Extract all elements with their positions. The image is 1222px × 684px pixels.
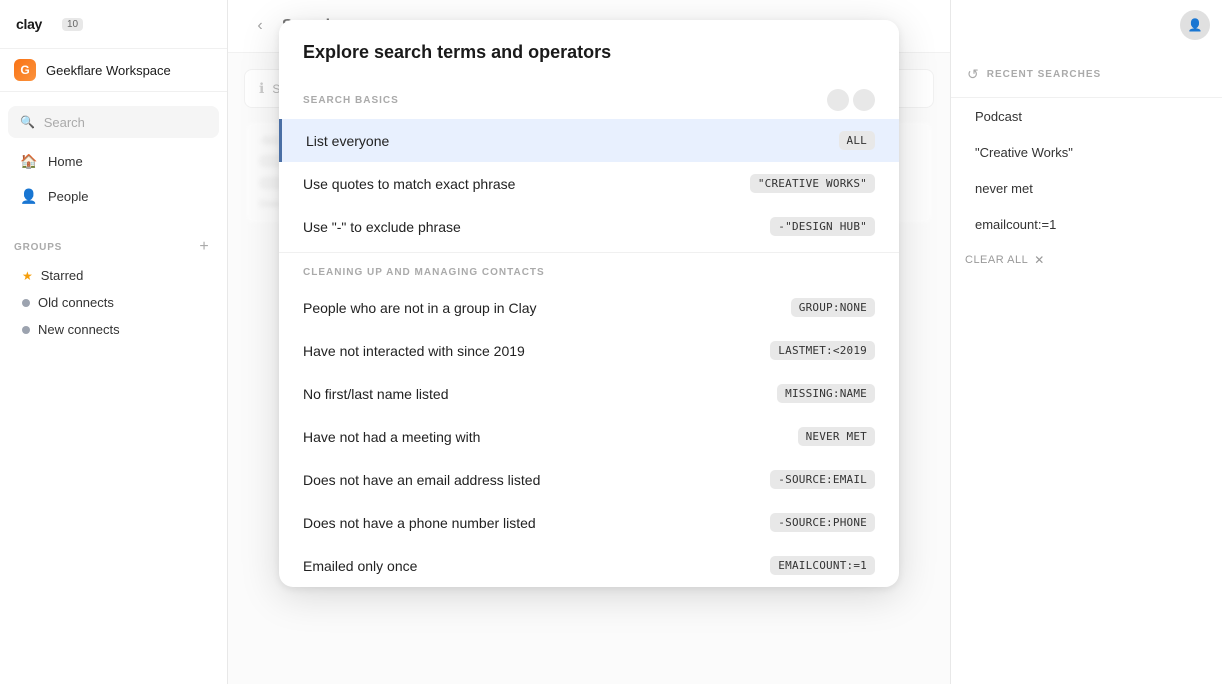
section-header-cleaning: CLEANING UP AND MANAGING CONTACTS [279,257,899,286]
group-item-old-connects[interactable]: Old connects [14,289,213,316]
row-text-exclude: Use "-" to exclude phrase [303,219,461,235]
group-dot-old [22,299,30,307]
sidebar: clay 10 G Geekflare Workspace 🔍 🏠 Home 👤… [0,0,228,684]
workspace-icon: G [14,59,36,81]
sidebar-badge: 10 [62,18,83,31]
row-badge-lastmet: LASTMET:<2019 [770,341,875,360]
recent-searches-title-group: ↺ RECENT SEARCHES [967,66,1101,83]
people-icon: 👤 [20,187,38,205]
search-input-container[interactable]: 🔍 [8,106,219,138]
row-badge-email-once: EMAILCOUNT:=1 [770,556,875,575]
modal-row-email-once[interactable]: Emailed only once EMAILCOUNT:=1 [279,544,899,587]
section-header-basics: SEARCH BASICS [279,79,899,119]
groups-section: GROUPS + ★ Starred Old connects New conn… [0,222,227,351]
group-item-new-connects[interactable]: New connects [14,316,213,343]
clear-icon: ✕ [1034,253,1044,267]
sidebar-item-home-label: Home [48,154,83,169]
add-group-button[interactable]: + [195,238,213,256]
row-text-missing-name: No first/last name listed [303,386,449,402]
recent-item-emailcount[interactable]: emailcount:=1 [959,207,1214,242]
sidebar-item-home[interactable]: 🏠 Home [6,144,221,178]
group-dot-new [22,326,30,334]
section-divider [279,252,899,253]
group-starred-label: Starred [41,268,84,283]
avatar: 👤 [1180,10,1210,40]
search-icon: 🔍 [20,113,36,131]
clear-all-button[interactable]: CLEAR ALL [965,254,1028,266]
row-text-no-email: Does not have an email address listed [303,472,540,488]
modal-row-no-phone[interactable]: Does not have a phone number listed -SOU… [279,501,899,544]
recent-item-podcast[interactable]: Podcast [959,99,1214,134]
row-text-no-group: People who are not in a group in Clay [303,300,536,316]
right-panel: 👤 ↺ RECENT SEARCHES Podcast "Creative Wo… [950,0,1222,684]
recent-item-never-met[interactable]: never met [959,171,1214,206]
logo-text: clay [16,16,42,32]
section-dots [827,89,875,111]
clay-logo: clay [16,14,52,34]
sidebar-nav: 🔍 🏠 Home 👤 People [0,92,227,222]
search-input[interactable] [44,115,207,130]
row-text-quotes: Use quotes to match exact phrase [303,176,515,192]
workspace-item[interactable]: G Geekflare Workspace [0,49,227,92]
sidebar-item-people[interactable]: 👤 People [6,179,221,213]
modal-row-never-met[interactable]: Have not had a meeting with NEVER MET [279,415,899,458]
row-text-email-once: Emailed only once [303,558,417,574]
row-badge-missing-name: MISSING:NAME [777,384,875,403]
modal-header: Explore search terms and operators [279,20,899,79]
row-badge-no-phone: -SOURCE:PHONE [770,513,875,532]
recent-icon: ↺ [967,66,979,83]
row-text-list-everyone: List everyone [306,133,389,149]
sidebar-header: clay 10 [0,0,227,49]
row-badge-quotes: "CREATIVE WORKS" [750,174,875,193]
row-badge-no-group: GROUP:NONE [791,298,875,317]
dot-1 [827,89,849,111]
recent-item-creative-works[interactable]: "Creative Works" [959,135,1214,170]
modal-row-exclude[interactable]: Use "-" to exclude phrase -"DESIGN HUB" [279,205,899,248]
right-panel-header: ↺ RECENT SEARCHES [951,50,1222,98]
home-icon: 🏠 [20,152,38,170]
section-cleaning-label: CLEANING UP AND MANAGING CONTACTS [303,267,545,278]
groups-header: GROUPS + [14,238,213,256]
row-text-never-met: Have not had a meeting with [303,429,480,445]
group-old-connects-label: Old connects [38,295,114,310]
section-basics-label: SEARCH BASICS [303,95,399,106]
modal-row-no-email[interactable]: Does not have an email address listed -S… [279,458,899,501]
modal-row-quotes[interactable]: Use quotes to match exact phrase "CREATI… [279,162,899,205]
groups-label: GROUPS [14,242,62,253]
row-badge-no-email: -SOURCE:EMAIL [770,470,875,489]
row-badge-list-everyone: ALL [839,131,875,150]
group-item-starred[interactable]: ★ Starred [14,262,213,289]
dot-2 [853,89,875,111]
main-area: ‹ Search ℹ SEARCH TIPS -SO... Does... ad… [228,0,950,684]
modal-overlay: Explore search terms and operators SEARC… [228,0,950,684]
row-text-lastmet: Have not interacted with since 2019 [303,343,525,359]
group-new-connects-label: New connects [38,322,120,337]
clear-all-section: CLEAR ALL ✕ [951,243,1222,277]
modal-row-missing-name[interactable]: No first/last name listed MISSING:NAME [279,372,899,415]
row-badge-exclude: -"DESIGN HUB" [770,217,875,236]
workspace-name: Geekflare Workspace [46,63,171,78]
recent-searches-label: RECENT SEARCHES [987,69,1101,80]
star-icon: ★ [22,269,33,283]
sidebar-item-people-label: People [48,189,88,204]
modal-row-list-everyone[interactable]: List everyone ALL [279,119,899,162]
row-text-no-phone: Does not have a phone number listed [303,515,536,531]
modal-row-lastmet[interactable]: Have not interacted with since 2019 LAST… [279,329,899,372]
search-tips-modal: Explore search terms and operators SEARC… [279,20,899,587]
modal-row-no-group[interactable]: People who are not in a group in Clay GR… [279,286,899,329]
recent-items-list: Podcast "Creative Works" never met email… [951,98,1222,243]
modal-title: Explore search terms and operators [303,42,611,62]
row-badge-never-met: NEVER MET [798,427,875,446]
